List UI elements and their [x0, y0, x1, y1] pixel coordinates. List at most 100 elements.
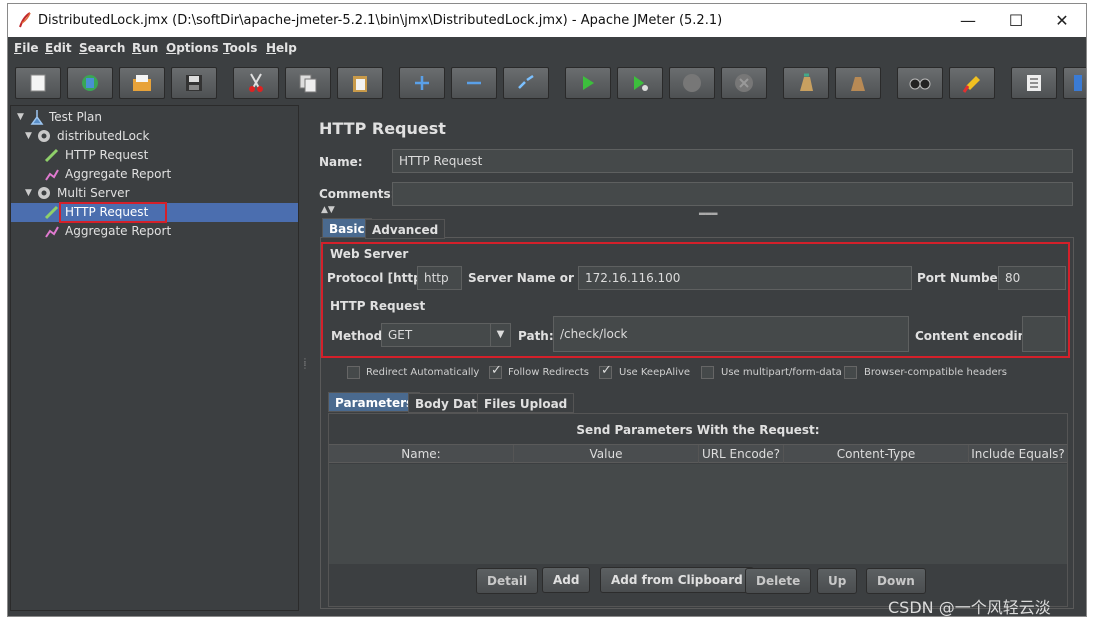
aggregate-report-icon — [45, 226, 59, 238]
new-icon — [30, 74, 46, 92]
tree-http-request-1[interactable]: HTTP Request — [65, 146, 148, 164]
browser-compatible-headers-label: Browser-compatible headers — [864, 367, 1007, 378]
title-bar: DistributedLock.jmx (D:\softDir\apache-j… — [8, 4, 1086, 37]
highlight-box — [59, 202, 167, 223]
add-from-clipboard-button[interactable]: Add from Clipboard — [600, 567, 754, 593]
minimize-button[interactable]: — — [948, 8, 988, 34]
detail-button[interactable]: Detail — [476, 568, 539, 594]
function-helper-button[interactable] — [1011, 67, 1057, 99]
close-button[interactable]: ✕ — [1042, 8, 1082, 34]
path-input[interactable]: /check/lock — [553, 316, 909, 352]
new-button[interactable] — [15, 67, 61, 99]
clear-all-button[interactable] — [835, 67, 881, 99]
search-button[interactable] — [897, 67, 943, 99]
start-no-pauses-icon — [634, 76, 648, 91]
start-no-pauses-button[interactable] — [617, 67, 663, 99]
save-button[interactable] — [171, 67, 217, 99]
method-select[interactable]: GET ▼ — [381, 323, 511, 347]
tree-thread-group-distributedlock[interactable]: distributedLock — [57, 127, 149, 145]
thread-group-gear-icon — [38, 130, 50, 142]
column-content-type[interactable]: Content-Type — [784, 445, 969, 463]
method-select-value: GET — [388, 328, 413, 342]
collapse-arrow-icon[interactable]: ▼ — [17, 112, 24, 122]
resize-grip-icon[interactable]: ▂▂▂ — [699, 206, 717, 215]
comments-label: Comments: — [319, 187, 396, 201]
expand-all-button[interactable] — [399, 67, 445, 99]
column-name[interactable]: Name: — [329, 445, 514, 463]
browser-compatible-headers-checkbox[interactable] — [844, 366, 857, 379]
parameters-table-body[interactable] — [329, 464, 1067, 564]
reset-search-button[interactable] — [949, 67, 995, 99]
tree-aggregate-report-1[interactable]: Aggregate Report — [65, 165, 171, 183]
menu-options[interactable]: Options — [166, 41, 219, 55]
cut-button[interactable] — [233, 67, 279, 99]
split-pane-divider[interactable]: ⋮ ⋮ — [300, 105, 309, 611]
panel-title: HTTP Request — [319, 119, 446, 138]
delete-button[interactable]: Delete — [745, 568, 812, 594]
search-icon — [909, 78, 931, 90]
protocol-input[interactable]: http — [417, 266, 462, 290]
help-button[interactable] — [1063, 67, 1086, 99]
toggle-button[interactable] — [503, 67, 549, 99]
tree-aggregate-report-2[interactable]: Aggregate Report — [65, 222, 171, 240]
shutdown-icon — [735, 74, 753, 92]
collapse-arrow-icon[interactable]: ▼ — [25, 188, 32, 198]
down-button[interactable]: Down — [866, 568, 926, 594]
redirect-automatically-checkbox[interactable] — [347, 366, 360, 379]
window-title: DistributedLock.jmx (D:\softDir\apache-j… — [38, 13, 723, 28]
port-number-input[interactable]: 80 — [998, 266, 1066, 290]
collapse-icon — [467, 81, 481, 85]
up-button[interactable]: Up — [817, 568, 858, 594]
use-keepalive-label: Use KeepAlive — [619, 367, 691, 378]
port-number-label: Port Number: — [917, 271, 1009, 285]
menu-bar: File Edit Search Run Options Tools Help — [8, 37, 1086, 59]
menu-help[interactable]: Help — [266, 41, 297, 55]
column-value[interactable]: Value — [514, 445, 699, 463]
column-include-equals[interactable]: Include Equals? — [969, 445, 1067, 463]
use-keepalive-checkbox[interactable] — [599, 363, 612, 379]
follow-redirects-label: Follow Redirects — [508, 367, 589, 378]
collapse-arrows-icon[interactable]: ▲▼ — [321, 205, 335, 215]
help-icon — [1074, 75, 1082, 91]
parameters-heading: Send Parameters With the Request: — [576, 423, 820, 437]
cut-icon — [249, 73, 263, 92]
start-button[interactable] — [565, 67, 611, 99]
add-button[interactable]: Add — [542, 567, 591, 593]
tab-advanced[interactable]: Advanced — [365, 219, 446, 239]
copy-button[interactable] — [285, 67, 331, 99]
method-label: Method: — [331, 329, 387, 343]
menu-run[interactable]: Run — [132, 41, 158, 55]
jmeter-window: DistributedLock.jmx (D:\softDir\apache-j… — [8, 4, 1086, 616]
clear-button[interactable] — [783, 67, 829, 99]
tree-thread-group-multi-server[interactable]: Multi Server — [57, 184, 130, 202]
paste-icon — [353, 76, 367, 92]
http-request-legend: HTTP Request — [330, 299, 426, 313]
collapse-arrow-icon[interactable]: ▼ — [25, 131, 32, 141]
server-name-input[interactable]: 172.16.116.100 — [578, 266, 912, 290]
menu-search[interactable]: Search — [79, 41, 125, 55]
collapse-all-button[interactable] — [451, 67, 497, 99]
tab-files-upload[interactable]: Files Upload — [477, 393, 575, 413]
menu-tools[interactable]: Tools — [223, 41, 257, 55]
menu-edit[interactable]: Edit — [45, 41, 72, 55]
column-url-encode[interactable]: URL Encode? — [699, 445, 784, 463]
content-encoding-input[interactable] — [1022, 316, 1066, 352]
paste-button[interactable] — [337, 67, 383, 99]
toolbar — [8, 60, 1086, 104]
toggle-icon — [518, 74, 534, 89]
templates-button[interactable] — [67, 67, 113, 99]
templates-icon — [82, 75, 98, 91]
test-plan-icon — [30, 110, 44, 125]
name-input[interactable]: HTTP Request — [392, 149, 1073, 173]
comments-input[interactable] — [392, 182, 1073, 206]
open-button[interactable] — [119, 67, 165, 99]
follow-redirects-checkbox[interactable] — [489, 363, 502, 379]
tree-test-plan[interactable]: Test Plan — [49, 108, 102, 126]
stop-button[interactable] — [669, 67, 715, 99]
tab-parameters[interactable]: Parameters — [328, 392, 421, 412]
maximize-button[interactable]: ☐ — [996, 8, 1036, 34]
use-multipart-checkbox[interactable] — [701, 366, 714, 379]
shutdown-button[interactable] — [721, 67, 767, 99]
menu-file[interactable]: File — [14, 41, 39, 55]
chevron-down-icon[interactable]: ▼ — [490, 324, 510, 346]
